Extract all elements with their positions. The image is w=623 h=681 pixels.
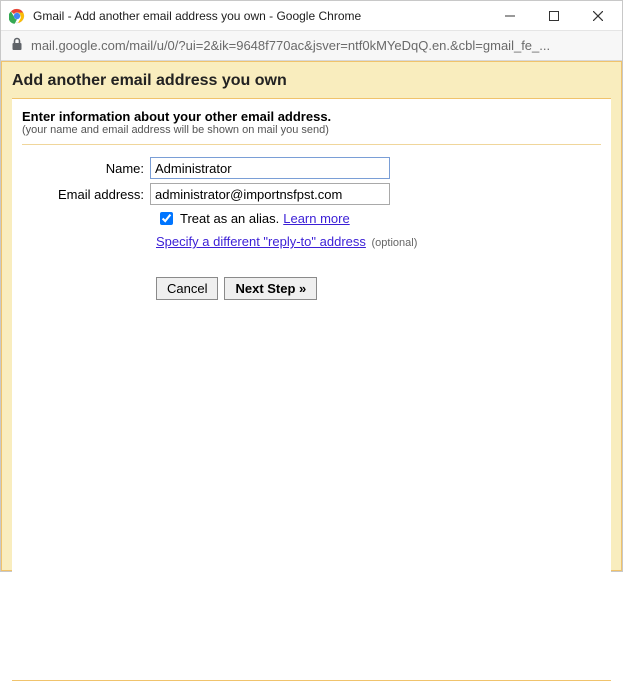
cancel-button[interactable]: Cancel	[156, 277, 218, 300]
email-row: Email address:	[22, 183, 601, 205]
section-subnote: (your name and email address will be sho…	[22, 124, 601, 136]
maximize-button[interactable]	[532, 1, 576, 31]
address-bar[interactable]: mail.google.com/mail/u/0/?ui=2&ik=9648f7…	[1, 31, 622, 61]
lock-icon	[11, 37, 23, 54]
form-panel: Enter information about your other email…	[12, 98, 611, 681]
email-input[interactable]	[150, 183, 390, 205]
name-row: Name:	[22, 157, 601, 179]
window-controls	[488, 1, 620, 31]
window-title: Gmail - Add another email address you ow…	[33, 9, 488, 23]
alias-label: Treat as an alias.	[180, 211, 279, 226]
page-heading: Add another email address you own	[2, 62, 621, 98]
next-step-button[interactable]: Next Step »	[224, 277, 317, 300]
learn-more-link[interactable]: Learn more	[283, 211, 349, 226]
window-titlebar: Gmail - Add another email address you ow…	[1, 1, 622, 31]
close-button[interactable]	[576, 1, 620, 31]
section-title: Enter information about your other email…	[22, 109, 601, 124]
name-label: Name:	[22, 161, 150, 176]
minimize-button[interactable]	[488, 1, 532, 31]
divider	[22, 144, 601, 145]
name-input[interactable]	[150, 157, 390, 179]
url-text: mail.google.com/mail/u/0/?ui=2&ik=9648f7…	[31, 38, 612, 53]
content-area: Add another email address you own Enter …	[1, 61, 622, 571]
optional-label: (optional)	[372, 237, 418, 249]
alias-block: Treat as an alias. Learn more Specify a …	[156, 209, 601, 249]
reply-to-link[interactable]: Specify a different "reply-to" address	[156, 234, 366, 249]
email-label: Email address:	[22, 187, 150, 202]
chrome-favicon	[9, 8, 25, 24]
alias-checkbox[interactable]	[160, 212, 173, 225]
button-row: Cancel Next Step »	[156, 277, 601, 300]
